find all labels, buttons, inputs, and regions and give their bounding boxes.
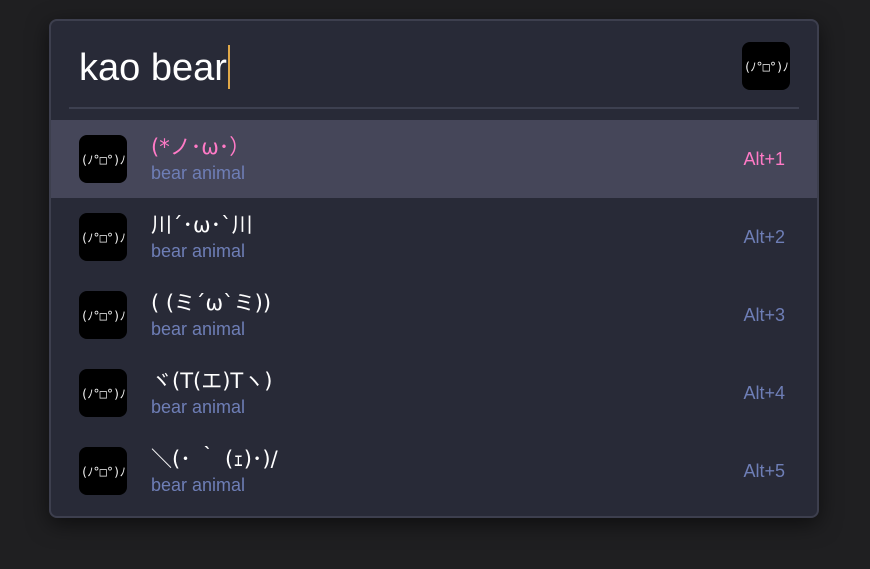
kaomoji-icon: (ﾉ°□°)ﾉ xyxy=(743,59,789,74)
result-title: 川´･ω･`川 xyxy=(151,213,253,237)
result-item-4[interactable]: (ﾉ°□°)ﾉ ヾ(T(エ)Tヽ) bear animal Alt+4 xyxy=(51,354,817,432)
result-title: (*ノ･ω･） xyxy=(151,135,251,159)
result-subtitle: bear animal xyxy=(151,397,246,417)
result-icon: (ﾉ°□°)ﾉ xyxy=(79,213,127,261)
result-icon: (ﾉ°□°)ﾉ xyxy=(79,291,127,339)
text-caret xyxy=(227,45,230,89)
launcher-window: kao bear (ﾉ°□°)ﾉ (ﾉ°□°)ﾉ (*ノ･ω･） bear an… xyxy=(49,19,819,518)
result-icon: (ﾉ°□°)ﾉ xyxy=(79,135,127,183)
result-subtitle: bear animal xyxy=(151,319,246,339)
search-input[interactable]: kao bear xyxy=(79,45,230,91)
kaomoji-icon: (ﾉ°□°)ﾉ xyxy=(80,152,126,167)
result-subtitle: bear animal xyxy=(151,163,246,183)
result-shortcut: Alt+2 xyxy=(743,227,785,247)
kaomoji-icon: (ﾉ°□°)ﾉ xyxy=(80,230,126,245)
result-title: ＼(･ ｀ (ｪ)･)/ xyxy=(151,447,278,471)
kaomoji-icon: (ﾉ°□°)ﾉ xyxy=(80,386,126,401)
result-shortcut: Alt+5 xyxy=(743,461,785,481)
kaomoji-icon: (ﾉ°□°)ﾉ xyxy=(80,464,126,479)
search-query: kao bear xyxy=(79,47,227,89)
result-title: ヾ(T(エ)Tヽ) xyxy=(151,369,273,393)
kaomoji-icon: (ﾉ°□°)ﾉ xyxy=(80,308,126,323)
result-item-3[interactable]: (ﾉ°□°)ﾉ ( (ミ´ω`ミ)) bear animal Alt+3 xyxy=(51,276,817,354)
result-icon: (ﾉ°□°)ﾉ xyxy=(79,447,127,495)
result-shortcut: Alt+1 xyxy=(743,149,785,169)
result-icon: (ﾉ°□°)ﾉ xyxy=(79,369,127,417)
result-subtitle: bear animal xyxy=(151,241,246,261)
result-subtitle: bear animal xyxy=(151,475,246,495)
result-item-5[interactable]: (ﾉ°□°)ﾉ ＼(･ ｀ (ｪ)･)/ bear animal Alt+5 xyxy=(51,432,817,510)
result-title: ( (ミ´ω`ミ)) xyxy=(151,291,272,315)
app-icon: (ﾉ°□°)ﾉ xyxy=(742,42,790,90)
result-item-1[interactable]: (ﾉ°□°)ﾉ (*ノ･ω･） bear animal Alt+1 xyxy=(51,120,817,198)
result-shortcut: Alt+4 xyxy=(743,383,785,403)
results-list: (ﾉ°□°)ﾉ (*ノ･ω･） bear animal Alt+1 (ﾉ°□°)… xyxy=(51,120,817,510)
search-bar[interactable]: kao bear (ﾉ°□°)ﾉ xyxy=(69,21,799,109)
result-item-2[interactable]: (ﾉ°□°)ﾉ 川´･ω･`川 bear animal Alt+2 xyxy=(51,198,817,276)
result-shortcut: Alt+3 xyxy=(743,305,785,325)
